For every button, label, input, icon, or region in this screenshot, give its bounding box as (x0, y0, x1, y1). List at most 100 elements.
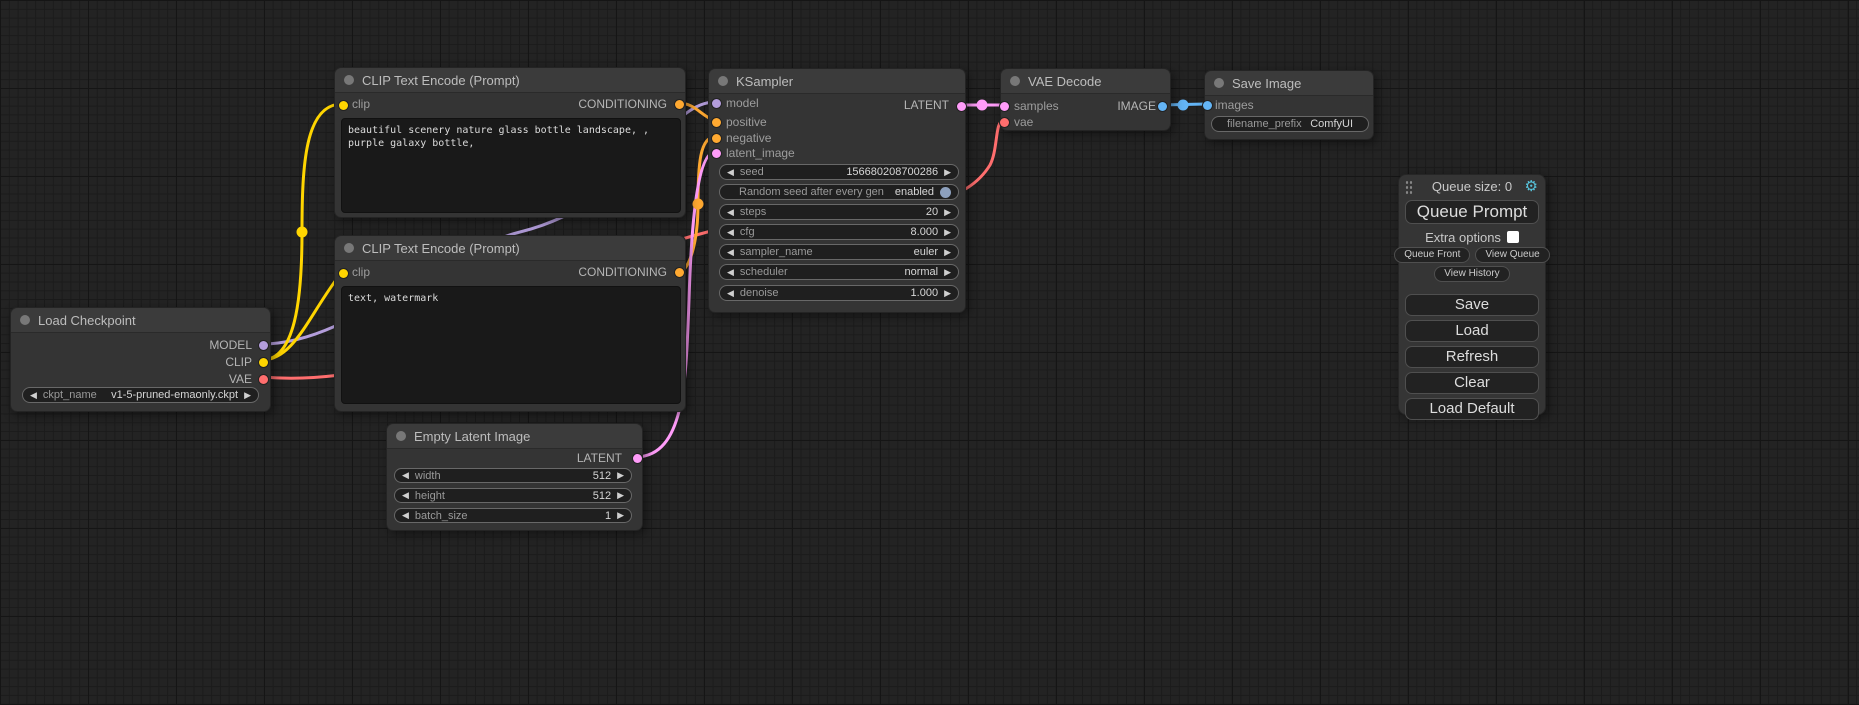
increment-arrow-icon[interactable]: ▶ (944, 268, 951, 277)
increment-arrow-icon[interactable]: ▶ (617, 511, 624, 520)
increment-arrow-icon[interactable]: ▶ (944, 168, 951, 177)
node-status-dot-icon (1010, 76, 1020, 86)
increment-arrow-icon[interactable]: ▶ (944, 248, 951, 257)
widget-label: ckpt_name (43, 389, 97, 401)
decrement-arrow-icon[interactable]: ◀ (402, 471, 409, 480)
node-status-dot-icon (344, 75, 354, 85)
node-vae-decode[interactable]: VAE Decode samples vae IMAGE (1000, 68, 1171, 131)
node-title-bar: Load Checkpoint (11, 308, 270, 333)
input-port-negative[interactable] (712, 134, 721, 143)
node-status-dot-icon (344, 243, 354, 253)
output-label-image: IMAGE (1117, 100, 1156, 113)
scheduler-widget[interactable]: ◀ scheduler normal ▶ (719, 264, 959, 280)
steps-widget[interactable]: ◀ steps 20 ▶ (719, 204, 959, 220)
decrement-arrow-icon[interactable]: ◀ (727, 208, 734, 217)
width-widget[interactable]: ◀ width 512 ▶ (394, 468, 632, 483)
output-port-conditioning[interactable] (675, 100, 684, 109)
input-label-samples: samples (1014, 100, 1059, 113)
input-port-clip[interactable] (339, 269, 348, 278)
decrement-arrow-icon[interactable]: ◀ (727, 228, 734, 237)
input-label-negative: negative (726, 132, 771, 145)
input-port-model[interactable] (712, 99, 721, 108)
node-empty-latent-image[interactable]: Empty Latent Image LATENT ◀ width 512 ▶ … (386, 423, 643, 531)
decrement-arrow-icon[interactable]: ◀ (30, 391, 37, 400)
cfg-widget[interactable]: ◀ cfg 8.000 ▶ (719, 224, 959, 240)
load-default-button[interactable]: Load Default (1405, 398, 1539, 420)
increment-arrow-icon[interactable]: ▶ (244, 391, 251, 400)
sampler-name-widget[interactable]: ◀ sampler_name euler ▶ (719, 244, 959, 260)
output-label-conditioning: CONDITIONING (578, 266, 667, 279)
widget-value: 8.000 (911, 226, 939, 238)
output-label-vae: VAE (229, 373, 252, 386)
decrement-arrow-icon[interactable]: ◀ (727, 168, 734, 177)
output-label-latent: LATENT (904, 99, 949, 112)
input-label-clip: clip (352, 266, 370, 279)
decrement-arrow-icon[interactable]: ◀ (727, 289, 734, 298)
input-port-clip[interactable] (339, 101, 348, 110)
node-load-checkpoint[interactable]: Load Checkpoint MODEL CLIP VAE ◀ ckpt_na… (10, 307, 271, 412)
refresh-button[interactable]: Refresh (1405, 346, 1539, 368)
view-queue-button[interactable]: View Queue (1475, 247, 1549, 263)
output-port-image[interactable] (1158, 102, 1167, 111)
output-label-model: MODEL (209, 339, 252, 352)
random-seed-toggle-widget[interactable]: Random seed after every gen enabled (719, 184, 959, 200)
output-label-conditioning: CONDITIONING (578, 98, 667, 111)
input-port-latent-image[interactable] (712, 149, 721, 158)
decrement-arrow-icon[interactable]: ◀ (727, 268, 734, 277)
node-save-image[interactable]: Save Image images filename_prefix ComfyU… (1204, 70, 1374, 140)
output-port-model[interactable] (259, 341, 268, 350)
node-clip-text-encode-negative[interactable]: CLIP Text Encode (Prompt) clip CONDITION… (334, 235, 686, 412)
height-widget[interactable]: ◀ height 512 ▶ (394, 488, 632, 503)
load-button[interactable]: Load (1405, 320, 1539, 342)
extra-options-checkbox[interactable] (1507, 231, 1519, 243)
input-label-vae: vae (1014, 116, 1033, 129)
queue-prompt-button[interactable]: Queue Prompt (1405, 200, 1539, 224)
increment-arrow-icon[interactable]: ▶ (944, 228, 951, 237)
negative-prompt-textarea[interactable]: text, watermark (341, 286, 681, 404)
widget-label: sampler_name (740, 246, 813, 258)
increment-arrow-icon[interactable]: ▶ (617, 471, 624, 480)
filename-prefix-widget[interactable]: filename_prefix ComfyUI (1211, 116, 1369, 132)
positive-prompt-textarea[interactable]: beautiful scenery nature glass bottle la… (341, 118, 681, 213)
decrement-arrow-icon[interactable]: ◀ (402, 491, 409, 500)
widget-label: Random seed after every gen (739, 186, 884, 198)
widget-label: seed (740, 166, 764, 178)
view-history-button[interactable]: View History (1434, 266, 1509, 282)
input-port-images[interactable] (1203, 101, 1212, 110)
save-button[interactable]: Save (1405, 294, 1539, 316)
node-title: CLIP Text Encode (Prompt) (362, 73, 520, 88)
node-status-dot-icon (20, 315, 30, 325)
node-clip-text-encode-positive[interactable]: CLIP Text Encode (Prompt) clip CONDITION… (334, 67, 686, 218)
input-port-vae[interactable] (1000, 118, 1009, 127)
decrement-arrow-icon[interactable]: ◀ (727, 248, 734, 257)
gear-icon[interactable]: ⚙ (1525, 178, 1538, 196)
increment-arrow-icon[interactable]: ▶ (944, 289, 951, 298)
increment-arrow-icon[interactable]: ▶ (617, 491, 624, 500)
node-title: KSampler (736, 74, 793, 89)
node-ksampler[interactable]: KSampler model positive negative latent_… (708, 68, 966, 313)
output-port-vae[interactable] (259, 375, 268, 384)
node-title-bar: KSampler (709, 69, 965, 94)
comfyui-app: { "nodes": { "clip1": { "title": "CLIP T… (0, 0, 1859, 705)
drag-handle-icon[interactable] (1405, 180, 1413, 194)
batch-size-widget[interactable]: ◀ batch_size 1 ▶ (394, 508, 632, 523)
output-port-latent[interactable] (633, 454, 642, 463)
queue-size-label: Queue size: 0 (1399, 175, 1545, 199)
output-port-clip[interactable] (259, 358, 268, 367)
ckpt-name-widget[interactable]: ◀ ckpt_name v1-5-pruned-emaonly.ckpt ▶ (22, 387, 259, 403)
widget-value: 1.000 (911, 287, 939, 299)
output-port-conditioning[interactable] (675, 268, 684, 277)
input-label-latent-image: latent_image (726, 147, 795, 160)
input-port-samples[interactable] (1000, 102, 1009, 111)
input-port-positive[interactable] (712, 118, 721, 127)
seed-widget[interactable]: ◀ seed 156680208700286 ▶ (719, 164, 959, 180)
toggle-knob-icon[interactable] (940, 187, 951, 198)
decrement-arrow-icon[interactable]: ◀ (402, 511, 409, 520)
node-title: CLIP Text Encode (Prompt) (362, 241, 520, 256)
queue-front-button[interactable]: Queue Front (1394, 247, 1470, 263)
increment-arrow-icon[interactable]: ▶ (944, 208, 951, 217)
output-port-latent[interactable] (957, 102, 966, 111)
denoise-widget[interactable]: ◀ denoise 1.000 ▶ (719, 285, 959, 301)
clear-button[interactable]: Clear (1405, 372, 1539, 394)
input-label-model: model (726, 97, 759, 110)
